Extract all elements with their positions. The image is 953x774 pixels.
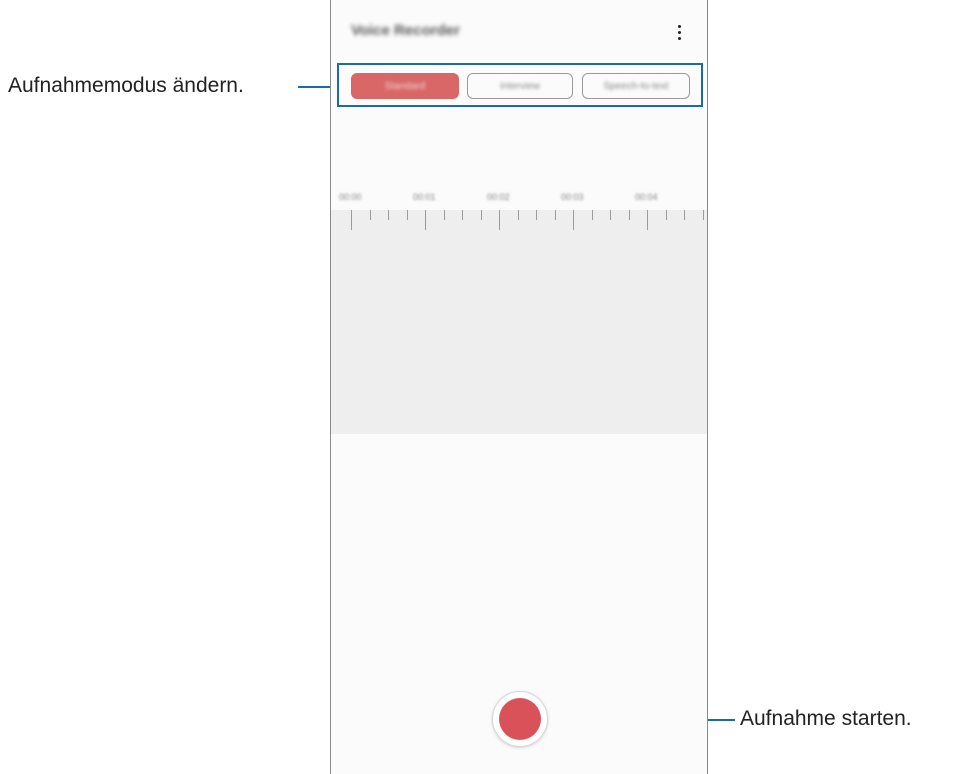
timeline-ruler: 00:00 00:01 00:02 00:03 00:04 (331, 190, 707, 232)
ruler-major-tick (425, 210, 426, 230)
more-dot (677, 36, 681, 40)
ruler-minor-tick (369, 210, 371, 220)
ruler-minor-tick (610, 210, 611, 220)
ruler-minor-tick (517, 210, 519, 220)
ruler-minor-tick (702, 210, 704, 220)
phone-screen: Voice Recorder Standard Interview Speech… (330, 0, 708, 774)
callout-record-label: Aufnahme starten. (740, 707, 912, 730)
ruler-major-tick (647, 210, 648, 230)
time-label: 00:00 (339, 192, 362, 202)
figure: Aufnahmemodus ändern. Aufnahme starten. … (0, 0, 953, 774)
ruler-minor-tick (665, 210, 667, 220)
record-button[interactable] (492, 691, 548, 747)
ruler-minor-tick (462, 210, 463, 220)
more-dot (677, 30, 681, 34)
ruler-minor-tick (628, 210, 630, 220)
ruler-minor-tick (684, 210, 685, 220)
ruler-minor-tick (591, 210, 593, 220)
time-label: 00:04 (635, 192, 658, 202)
ruler-minor-tick (554, 210, 556, 220)
ruler-major-tick (351, 210, 352, 230)
ruler-minor-tick (536, 210, 537, 220)
waveform-area (331, 210, 707, 434)
more-dot (677, 24, 681, 28)
time-label: 00:01 (413, 192, 436, 202)
ruler-minor-tick (406, 210, 408, 220)
app-title: Voice Recorder (351, 22, 460, 39)
ruler-minor-tick (443, 210, 445, 220)
record-icon (499, 698, 541, 740)
tab-interview[interactable]: Interview (467, 73, 573, 99)
tab-interview-label: Interview (499, 80, 540, 92)
more-options-icon[interactable] (671, 20, 687, 44)
time-label: 00:02 (487, 192, 510, 202)
tab-speech-to-text[interactable]: Speech-to-text (582, 73, 690, 99)
ruler-major-tick (573, 210, 574, 230)
ruler-major-tick (499, 210, 500, 230)
app-header: Voice Recorder (331, 0, 707, 64)
tab-standard-label: Standard (384, 80, 426, 92)
ruler-minor-tick (480, 210, 482, 220)
recording-mode-tabs: Standard Interview Speech-to-text (337, 63, 703, 107)
ruler-minor-tick (388, 210, 389, 220)
tab-standard[interactable]: Standard (351, 73, 459, 99)
time-label: 00:03 (561, 192, 584, 202)
callout-mode-label: Aufnahmemodus ändern. (8, 74, 244, 97)
tab-speech-to-text-label: Speech-to-text (603, 80, 669, 92)
